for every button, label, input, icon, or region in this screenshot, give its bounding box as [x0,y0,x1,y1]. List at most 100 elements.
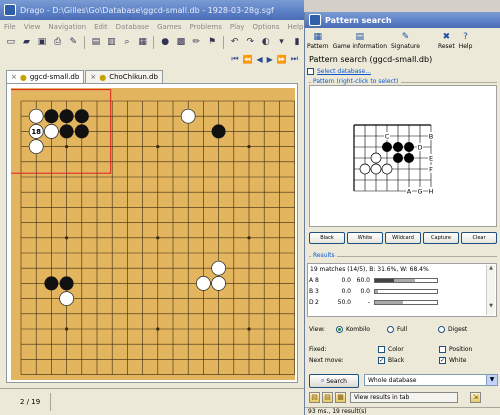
fast-forward-icon[interactable]: ⏩ [277,55,287,64]
tab-1[interactable]: × ● ChoChikun.db [85,70,163,83]
results-scrollbar[interactable]: ▲ ▼ [486,265,495,315]
menu-view[interactable]: View [20,23,45,31]
black-white-icon[interactable]: ◐ [259,35,273,49]
select-database-link[interactable]: Select database... [317,68,371,75]
pattern-title-bar[interactable]: Pattern search [305,12,500,28]
database-icon[interactable]: ▥ [105,35,119,49]
select-database-checkbox[interactable] [307,68,314,75]
pattern-window-title: Pattern search [325,15,392,25]
result-row[interactable]: D 2 50.0- [309,298,485,307]
star-point [156,236,160,240]
next-result-icon[interactable]: ▤ [322,391,333,403]
previous-result-icon[interactable]: ▤ [309,391,320,403]
pattern-white-stone [370,152,382,164]
results-table: 19 matches (14/5), B: 31.6%, W: 68.4% A8… [307,263,497,317]
last-move-icon[interactable]: ⏭ [291,54,298,64]
pattern-toolbar-reset[interactable]: ✖ Reset [436,32,457,50]
pattern-clear-button[interactable]: Clear [461,232,497,244]
stone-icon[interactable]: ● [158,35,172,49]
view-full-radio[interactable] [387,326,394,333]
open-folder-icon[interactable]: ▰ [20,35,34,49]
export-icon[interactable]: ⇲ [470,391,481,403]
next-move-white-checkbox[interactable]: ✓ [439,357,446,364]
star-point [247,145,251,149]
menu-problems[interactable]: Problems [186,23,226,31]
redo-icon[interactable]: ↷ [243,35,257,49]
white-stone [28,139,44,154]
view-kombilo-radio[interactable] [336,326,343,333]
database-select[interactable]: Whole database ▼ [364,374,498,386]
next-move-icon[interactable]: ▶ [267,55,273,64]
menu-navigation[interactable]: Navigation [44,23,90,31]
edit-icon[interactable]: ✏ [190,35,204,49]
black-stone [59,276,74,291]
pattern-search-window: Pattern search ▦ Pattern ▤ Game information… [304,12,500,415]
pattern-wildcard-button[interactable]: Wildcard [385,232,421,244]
grid-icon[interactable]: ▩ [174,35,188,49]
stats-icon[interactable]: ▮ [290,35,304,49]
menu-edit[interactable]: Edit [90,23,112,31]
menu-options[interactable]: Options [248,23,283,31]
close-icon[interactable]: × [90,73,96,81]
go-board[interactable]: 18 [11,88,295,380]
pattern-letter: G [417,188,422,196]
star-point [65,145,69,149]
result-row[interactable]: A 8 0.0 60.0 [309,276,485,285]
result-black: 0.0 [341,277,351,284]
pattern-white-button[interactable]: White [347,232,383,244]
fast-back-icon[interactable]: ⏪ [243,55,253,64]
view-digest-radio[interactable] [438,326,445,333]
main-title-bar[interactable]: Drago - D:\Gilles\Go\Database\ggcd-small… [0,0,304,20]
next-move-black-checkbox[interactable]: ✓ [378,357,385,364]
first-move-icon[interactable]: ⏮ [231,54,238,64]
pattern-capture-button[interactable]: Capture [423,232,459,244]
pattern-app-icon [309,14,321,26]
move-number-label: 18 [31,128,41,136]
menu-file[interactable]: File [0,23,20,31]
next-move-row: Next move: ✓ Black ✓ White [309,357,466,364]
fixed-row: Fixed: Color Position [309,346,472,353]
save-icon[interactable]: ▣ [35,35,49,49]
pattern-toolbar-pattern[interactable]: ▦ Pattern [305,32,331,50]
results-view-row: ▤ ▤ ▦ View results in tab ⇲ [309,390,499,404]
print-icon[interactable]: ⎙ [51,35,65,49]
menu-games[interactable]: Games [153,23,186,31]
tab-0[interactable]: × ● ggcd-small.db [6,70,85,83]
new-file-icon[interactable]: ▭ [4,35,18,49]
chevron-down-icon[interactable]: ▼ [486,375,497,385]
dropdown-icon[interactable]: ▾ [275,35,289,49]
menu-play[interactable]: Play [226,23,249,31]
star-point [247,236,251,240]
close-icon[interactable]: × [11,73,17,81]
pattern-black-stone [393,153,403,163]
pattern-toolbar-help[interactable]: ? Help [457,32,475,50]
toolbar-icon-0: ▦ [313,32,323,42]
result-bar [374,278,438,283]
select-database-row[interactable]: Select database... [307,68,371,75]
undo-icon[interactable]: ↶ [228,35,242,49]
menu-bar: File View Navigation Edit Database Games Probl… [0,20,304,33]
game-info-icon[interactable]: ▤ [89,35,103,49]
fixed-position-checkbox[interactable] [439,346,446,353]
pattern-board[interactable]: C BDEF A G H [348,117,460,217]
black-stone [44,276,59,291]
pattern-black-stone [382,142,392,152]
fixed-color-checkbox[interactable] [378,346,385,353]
search-row: ⌕ Search Whole database ▼ [309,374,499,388]
pattern-black-button[interactable]: Black [309,232,345,244]
pattern-database-label: Pattern search (ggcd-small.db) [309,55,433,64]
view-results-in-tab-button[interactable]: View results in tab [350,391,458,403]
tool-icon[interactable]: ✎ [66,35,80,49]
tree-icon[interactable]: ⚑ [205,35,219,49]
star-point [156,145,160,149]
pattern-toolbar-game-information[interactable]: ▤ Game information [331,32,389,50]
prev-move-icon[interactable]: ◀ [257,55,263,64]
pattern-toolbar-signature[interactable]: ✎ Signature [389,32,422,50]
fixed-color-label: Color [388,346,404,353]
result-row[interactable]: B 3 0.0 0.0 [309,287,485,296]
search-button[interactable]: ⌕ Search [309,374,359,388]
list-results-icon[interactable]: ▦ [335,391,346,403]
search-icon[interactable]: ⌕ [120,35,134,49]
settings-icon[interactable]: ▦ [136,35,150,49]
menu-database[interactable]: Database [112,23,153,31]
